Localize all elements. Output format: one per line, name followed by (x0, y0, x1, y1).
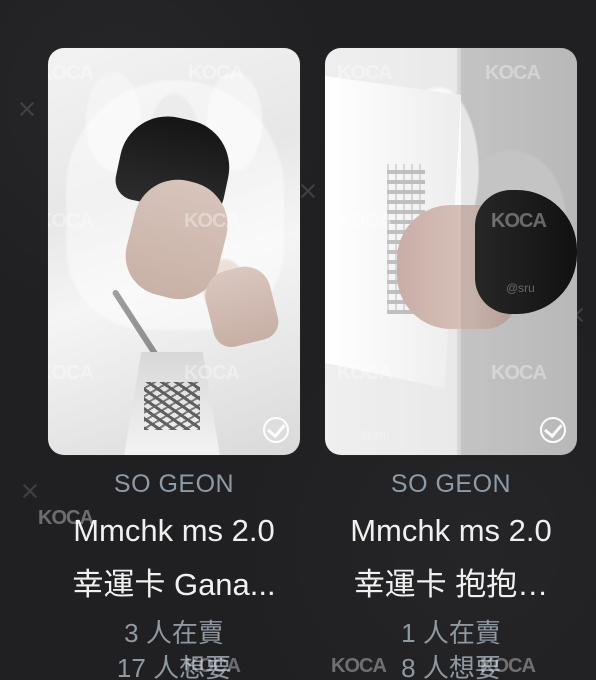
shirt-print (144, 382, 200, 430)
sparkle-icon (299, 182, 317, 200)
watermark-text: KOCA (491, 362, 547, 384)
watermark-text: KOCA (480, 655, 536, 677)
artist-name: SO GEON (113, 470, 235, 498)
photo-credit: @sru (361, 428, 390, 442)
watermark-text: KOCA (184, 362, 240, 384)
watermark-text: KOCA (184, 210, 240, 232)
watermark-text: KOCA (48, 62, 94, 84)
selected-check-icon[interactable] (263, 417, 289, 443)
selected-check-icon[interactable] (540, 417, 566, 443)
watermark-text: KOCA (188, 62, 244, 84)
card-title-line-2[interactable]: 幸運卡 Gana... (48, 559, 300, 604)
photo-card-2[interactable]: KOCA KOCA KOCA KOCA KOCA KOCA @sru @sru (325, 48, 577, 455)
wanting-count: 17 人想要 (116, 653, 232, 680)
watermark-text: KOCA (491, 210, 547, 232)
watermark-text: KOCA (337, 62, 393, 84)
watermark-text: KOCA (485, 62, 541, 84)
watermark-text: KOCA (48, 362, 94, 384)
watermark-text: KOCA (337, 210, 393, 232)
selling-count: 3 人在賣 (124, 618, 224, 648)
watermark-text: KOCA (331, 655, 387, 677)
watermark-text: KOCA (337, 362, 393, 384)
artist-name: SO GEON (390, 470, 512, 498)
photo-credit: @sru (506, 281, 535, 295)
sparkle-icon (21, 482, 39, 500)
card-title-line-1[interactable]: Mmchk ms 2.0 (325, 513, 577, 549)
photo-card-1[interactable]: KOCA KOCA KOCA KOCA KOCA KOCA (48, 48, 300, 455)
selling-count: 1 人在賣 (401, 618, 501, 648)
watermark-text: KOCA (48, 210, 94, 232)
sparkle-icon (18, 100, 36, 118)
shadow-overlay (325, 48, 577, 455)
watermark-text: KOCA (185, 655, 241, 677)
watermark-text: KOCA (38, 507, 94, 529)
card-title-line-2[interactable]: 幸運卡 抱抱… (325, 559, 577, 604)
